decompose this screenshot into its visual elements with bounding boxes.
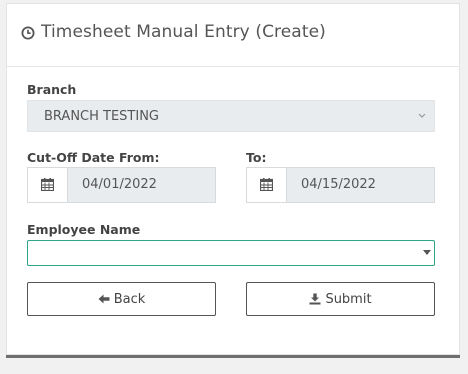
employee-name-select[interactable] — [27, 240, 435, 266]
cutoff-to-calendar-addon[interactable] — [247, 168, 287, 202]
timesheet-entry-card: Timesheet Manual Entry (Create) Branch B… — [6, 3, 460, 355]
arrow-left-icon — [98, 294, 110, 304]
cutoff-to-value: 04/15/2022 — [301, 177, 376, 192]
branch-value: BRANCH TESTING — [44, 109, 160, 124]
clock-icon — [21, 26, 35, 40]
branch-label: Branch — [27, 82, 77, 97]
cutoff-from-label: Cut-Off Date From: — [27, 150, 160, 165]
cutoff-to-input[interactable]: 04/15/2022 — [287, 168, 434, 202]
submit-button-label: Submit — [325, 291, 372, 307]
back-button-label: Back — [113, 291, 146, 307]
employee-name-label: Employee Name — [27, 222, 141, 237]
card-header: Timesheet Manual Entry (Create) — [7, 4, 459, 67]
back-button[interactable]: Back — [27, 282, 216, 316]
chevron-down-icon — [418, 113, 426, 118]
page-title: Timesheet Manual Entry (Create) — [41, 22, 326, 42]
branch-select[interactable]: BRANCH TESTING — [27, 100, 435, 132]
submit-button[interactable]: Submit — [246, 282, 435, 316]
cutoff-from-input[interactable]: 04/01/2022 — [68, 168, 215, 202]
calendar-icon — [41, 178, 54, 191]
calendar-icon — [260, 178, 273, 191]
cutoff-to-label: To: — [246, 150, 267, 165]
caret-down-icon — [423, 250, 431, 255]
cutoff-from-calendar-addon[interactable] — [28, 168, 68, 202]
cutoff-from-date-group: 04/01/2022 — [27, 167, 216, 203]
download-icon — [309, 293, 321, 305]
cutoff-to-date-group: 04/15/2022 — [246, 167, 435, 203]
cutoff-from-value: 04/01/2022 — [82, 177, 157, 192]
